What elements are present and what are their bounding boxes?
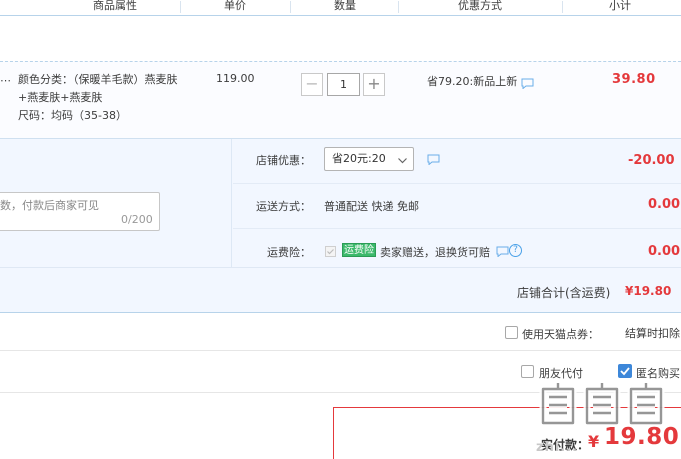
tmall-coupon-checkbox[interactable] xyxy=(505,326,518,339)
header-price: 单价 xyxy=(224,0,246,12)
attr-size: 尺码：均码（35-38） xyxy=(18,109,127,122)
seller-memo-placeholder: 数，付款后商家可见 xyxy=(0,199,99,212)
chat-bubble-icon[interactable] xyxy=(521,78,534,92)
truncated-title: ⋯ xyxy=(0,74,11,87)
divider xyxy=(0,267,681,268)
shop-total-value: ¥19.80 xyxy=(625,284,672,298)
header-promo: 优惠方式 xyxy=(458,0,502,12)
qty-increase-button[interactable]: + xyxy=(363,73,385,96)
unit-price: 119.00 xyxy=(216,72,255,85)
header-qty: 数量 xyxy=(334,0,356,12)
divider xyxy=(0,350,681,351)
insurance-label: 运费险： xyxy=(267,246,311,259)
header-divider xyxy=(398,1,399,13)
header-subtotal: 小计 xyxy=(609,0,631,12)
attr-color-cont: +燕麦肤+燕麦肤 xyxy=(18,91,103,104)
insurance-tag: 运费险 xyxy=(342,243,376,257)
chat-bubble-icon[interactable] xyxy=(496,246,509,260)
attr-color: 颜色分类：（保暖羊毛款）燕麦肤 xyxy=(18,73,178,86)
chat-bubble-icon[interactable] xyxy=(427,154,440,168)
item-promo: 省79.20:新品上新 xyxy=(427,75,518,88)
shop-coupon-label: 店铺优惠： xyxy=(256,154,311,167)
shipping-amount: 0.00 xyxy=(648,197,681,212)
chevron-down-icon xyxy=(397,152,408,174)
shop-coupon-selected: 省20元:20 xyxy=(332,152,386,165)
shipping-method: 普通配送 快递 免邮 xyxy=(324,200,419,213)
qty-input[interactable]: 1 xyxy=(327,73,360,96)
header-attr: 商品属性 xyxy=(93,0,137,12)
help-icon[interactable]: ? xyxy=(509,244,522,257)
item-subtotal: 39.80 xyxy=(612,72,656,87)
shop-total-label: 店铺合计(含运费) xyxy=(517,286,611,300)
qty-decrease-button[interactable]: − xyxy=(301,73,323,96)
shop-coupon-amount: -20.00 xyxy=(628,153,675,168)
item-attributes: ⋯ 颜色分类：（保暖羊毛款）燕麦肤 +燕麦肤+燕麦肤 尺码：均码（35-38） xyxy=(0,71,190,125)
insurance-checkbox[interactable] xyxy=(325,246,336,257)
watermark-url: zhi... xyxy=(536,440,579,455)
divider xyxy=(233,183,681,184)
header-divider xyxy=(180,1,181,13)
shipping-label: 运送方式： xyxy=(256,200,311,213)
header-divider xyxy=(562,1,563,13)
friend-pay-checkbox[interactable] xyxy=(521,365,534,378)
insurance-amount: 0.00 xyxy=(648,244,681,259)
watermark-logo xyxy=(539,383,665,427)
header-divider xyxy=(290,1,291,13)
shop-coupon-select[interactable]: 省20元:20 xyxy=(324,147,414,171)
divider xyxy=(233,228,681,229)
insurance-text: 卖家赠送，退换货可赔 xyxy=(380,246,490,259)
tmall-coupon-note: 结算时扣除 xyxy=(625,327,680,340)
tmall-coupon-label: 使用天猫点券： xyxy=(522,328,599,341)
seller-memo-count: 0/200 xyxy=(121,213,153,226)
table-header: 商品属性 单价 数量 优惠方式 小计 xyxy=(0,0,681,16)
